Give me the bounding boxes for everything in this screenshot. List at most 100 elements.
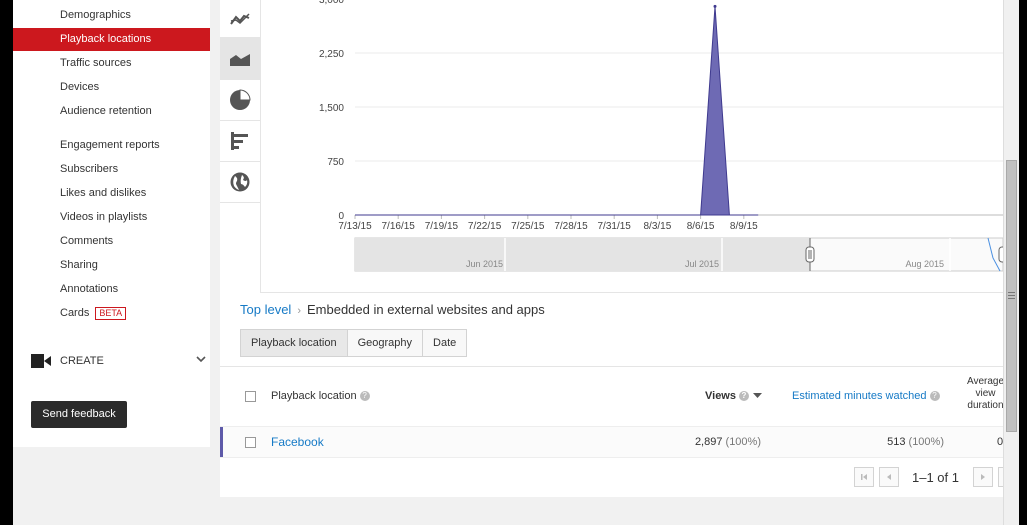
chevron-down-icon <box>196 356 206 363</box>
tab-playback-location[interactable]: Playback location <box>240 329 348 357</box>
beta-badge: BETA <box>95 306 127 320</box>
data-point <box>713 4 717 8</box>
pie-chart-button[interactable] <box>220 80 260 121</box>
range-start-handle <box>805 246 815 263</box>
help-icon[interactable]: ? <box>929 391 940 402</box>
line-chart-button[interactable] <box>220 0 260 38</box>
chart-type-toolbar <box>220 0 261 292</box>
sidebar-item-annotations[interactable]: Annotations <box>13 278 210 301</box>
page-range: 1–1 of 1 <box>912 470 959 485</box>
row-minutes-percent: (100%) <box>908 436 944 448</box>
bar-chart-button[interactable] <box>220 121 260 162</box>
x-tick-label: 7/22/15 <box>468 221 502 232</box>
header-label: Playback location <box>271 390 357 402</box>
pagination: 1–1 of 1 <box>854 467 1003 489</box>
breadcrumb-separator: › <box>297 305 301 317</box>
sidebar-item-label: Subscribers <box>60 163 119 175</box>
range-navigator-unselected <box>355 238 810 271</box>
y-tick-label: 3,000 <box>319 0 344 6</box>
x-tick-label: 7/19/15 <box>425 221 459 232</box>
sidebar-item-subscribers[interactable]: Subscribers <box>13 158 210 181</box>
row-views-percent: (100%) <box>725 436 761 448</box>
x-tick-label: 7/25/15 <box>511 221 545 232</box>
y-tick-label: 750 <box>327 157 344 168</box>
x-tick-label: 7/13/15 <box>338 221 372 232</box>
sidebar-item-traffic-sources[interactable]: Traffic sources <box>13 52 210 75</box>
pie-chart-icon <box>230 89 251 110</box>
sidebar-item-comments[interactable]: Comments <box>13 230 210 253</box>
previous-page-icon <box>887 474 891 480</box>
sidebar-item-label: Comments <box>60 235 114 247</box>
header-label: Views <box>705 390 736 402</box>
grip-icon <box>1008 292 1015 299</box>
first-page-button[interactable] <box>854 467 874 487</box>
breadcrumb: Top level › Embedded in external websites … <box>240 302 545 317</box>
help-icon[interactable]: ? <box>359 391 370 402</box>
sidebar-item-demographics[interactable]: Demographics <box>13 4 210 27</box>
views-area-chart[interactable]: 07501,5002,2503,0007/13/15 7/16/15 7/19/15… <box>260 0 1003 293</box>
dimension-tabs: Playback location Geography Date <box>240 329 468 357</box>
help-icon[interactable]: ? <box>739 391 749 402</box>
window-edge-right <box>1019 0 1027 525</box>
y-tick-label: 2,250 <box>319 49 344 60</box>
sidebar-item-label: Engagement reports <box>60 139 160 151</box>
area-chart-icon <box>229 50 251 66</box>
sidebar-item-label: Demographics <box>60 9 131 21</box>
header-estimated-minutes[interactable]: Estimated minutes watched? <box>792 390 940 402</box>
sidebar-item-playback-locations[interactable]: Playback locations <box>13 28 210 51</box>
navigator-month-label: Aug 2015 <box>905 259 944 269</box>
line-chart-icon <box>230 12 250 25</box>
header-views[interactable]: Views? <box>705 390 762 402</box>
breadcrumb-current: Embedded in external websites and apps <box>306 302 545 317</box>
table-row: Facebook 2,897 (100%) 513 (100%) 0 <box>220 426 1003 458</box>
area-series <box>355 6 759 216</box>
sidebar-item-label: Audience retention <box>60 105 152 117</box>
row-location-link[interactable]: Facebook <box>271 435 324 449</box>
sidebar: Demographics Playback locations Traffic … <box>13 0 210 447</box>
sidebar-item-engagement-reports[interactable]: Engagement reports <box>13 134 210 157</box>
scrollbar-thumb[interactable] <box>1006 160 1017 432</box>
sidebar-item-audience-retention[interactable]: Audience retention <box>13 100 210 123</box>
row-minutes-value: 513 <box>887 436 906 448</box>
sidebar-item-videos-in-playlists[interactable]: Videos in playlists <box>13 206 210 229</box>
sort-descending-icon <box>753 393 762 399</box>
map-view-button[interactable] <box>220 162 260 203</box>
sidebar-item-devices[interactable]: Devices <box>13 76 210 99</box>
previous-page-button[interactable] <box>879 467 899 487</box>
vertical-scrollbar[interactable] <box>1003 0 1020 525</box>
header-playback-location[interactable]: Playback location? <box>271 390 370 402</box>
breadcrumb-top-level-link[interactable]: Top level <box>240 302 291 317</box>
header-label-line: duration <box>967 400 1004 411</box>
first-page-icon <box>861 474 867 480</box>
header-label-line: Average <box>966 376 1005 387</box>
sidebar-item-sharing[interactable]: Sharing <box>13 254 210 277</box>
navigator-month-label: Jun 2015 <box>466 259 503 269</box>
row-color-marker <box>220 427 223 457</box>
sidebar-item-label: Videos in playlists <box>60 211 148 223</box>
header-average-view-duration[interactable]: Average view duration <box>963 376 1008 412</box>
row-checkbox[interactable] <box>245 437 256 448</box>
x-tick-label: 8/3/15 <box>643 221 671 232</box>
x-tick-label: 7/28/15 <box>554 221 588 232</box>
tab-date[interactable]: Date <box>423 329 468 357</box>
sidebar-item-label: Annotations <box>60 283 119 295</box>
create-menu[interactable]: CREATE <box>31 350 206 372</box>
x-tick-label: 8/9/15 <box>730 221 758 232</box>
window-edge-left <box>0 0 13 525</box>
area-chart-button[interactable] <box>220 38 260 80</box>
sidebar-item-cards[interactable]: Cards BETA <box>13 302 210 325</box>
x-tick-label: 7/16/15 <box>382 221 416 232</box>
next-page-button[interactable] <box>973 467 993 487</box>
sidebar-item-label: Playback locations <box>60 33 152 45</box>
y-tick-label: 1,500 <box>319 103 344 114</box>
create-label: CREATE <box>60 355 104 367</box>
select-all-checkbox[interactable] <box>245 391 256 402</box>
video-camera-icon <box>31 354 51 368</box>
bar-chart-icon <box>231 132 248 150</box>
send-feedback-button[interactable]: Send feedback <box>31 401 127 428</box>
sidebar-item-label: Likes and dislikes <box>60 187 147 199</box>
tab-geography[interactable]: Geography <box>347 329 424 357</box>
sidebar-item-label: Devices <box>60 81 100 93</box>
sidebar-item-label: Sharing <box>60 259 98 271</box>
sidebar-item-likes-and-dislikes[interactable]: Likes and dislikes <box>13 182 210 205</box>
